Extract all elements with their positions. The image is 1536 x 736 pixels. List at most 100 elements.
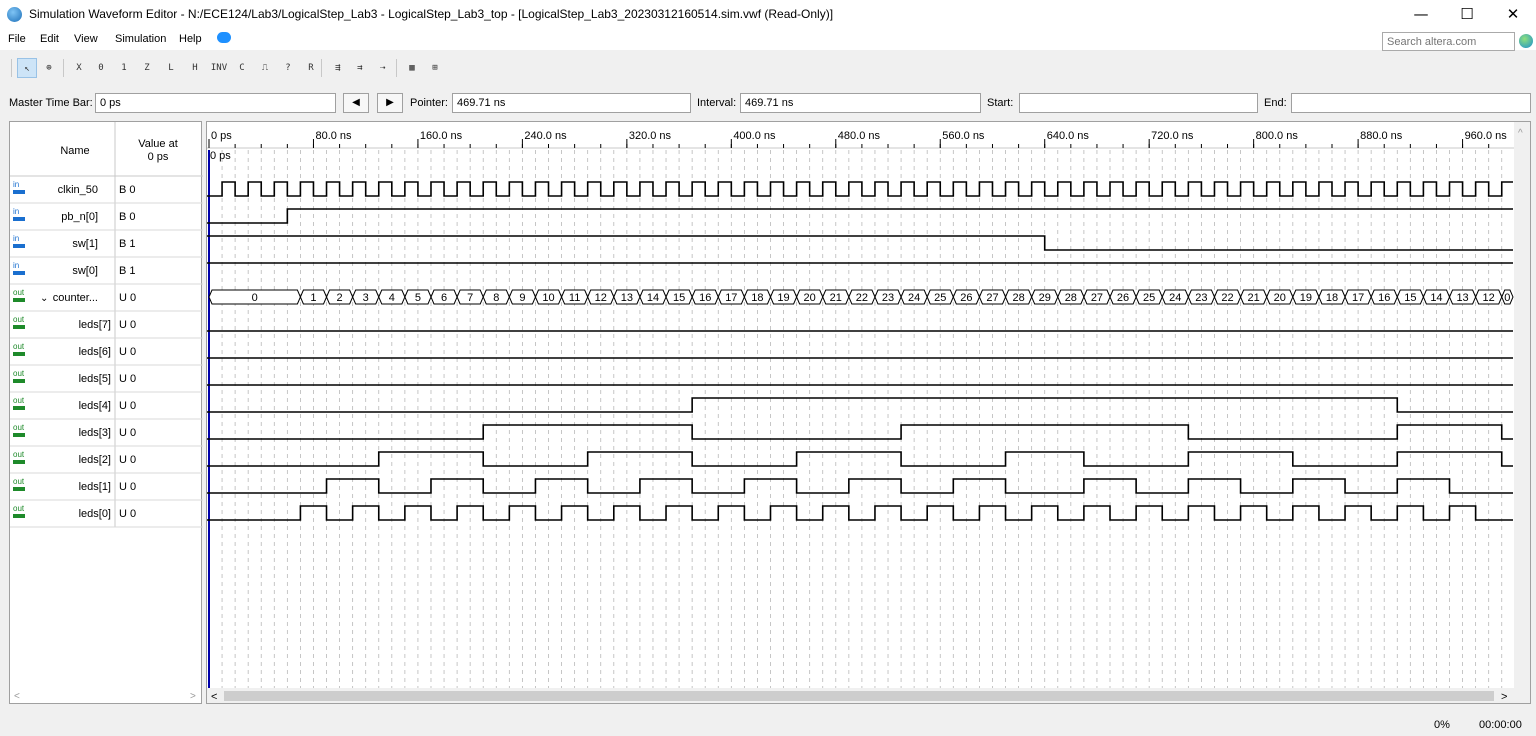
force-low-icon[interactable]: 0 <box>91 58 111 78</box>
weak-low-icon[interactable]: L <box>161 58 181 78</box>
feedback-icon[interactable] <box>217 32 231 43</box>
name-column-header[interactable]: Name <box>60 145 89 157</box>
signal-value: B 0 <box>119 184 136 196</box>
weak-high-icon[interactable]: H <box>185 58 205 78</box>
menu-simulation[interactable]: Simulation <box>115 33 166 45</box>
vertical-scrollbar[interactable] <box>1514 122 1531 704</box>
maximize-button[interactable]: ☐ <box>1444 0 1490 30</box>
chevron-down-icon[interactable]: ⌄ <box>40 293 48 304</box>
signal-row[interactable]: in sw[0] B 1 <box>10 261 203 285</box>
count-value-icon[interactable]: C <box>232 58 252 78</box>
menu-view[interactable]: View <box>74 33 98 45</box>
port-arrow-icon <box>13 433 25 437</box>
scroll-right-icon[interactable]: > <box>190 691 196 702</box>
time-tick-label: 640.0 ns <box>1047 130 1090 142</box>
bus-value-label: 14 <box>1430 292 1442 304</box>
run-timing-sim-icon[interactable]: ⊞ <box>425 58 445 78</box>
signal-name: leds[4] <box>79 400 111 412</box>
close-button[interactable]: ✕ <box>1490 0 1536 30</box>
force-high-icon[interactable]: 1 <box>114 58 134 78</box>
signal-row[interactable]: out leds[4] U 0 <box>10 396 203 420</box>
port-arrow-icon <box>13 487 25 491</box>
bus-value-label: 6 <box>441 292 447 304</box>
signal-row[interactable]: out leds[3] U 0 <box>10 423 203 447</box>
snap-to-grid-icon[interactable]: ⇶ <box>328 58 348 78</box>
bus-value-label: 18 <box>751 292 763 304</box>
in-port-icon: in <box>13 180 19 189</box>
bus-value-label: 15 <box>1404 292 1416 304</box>
master-time-bar-field[interactable]: 0 ps <box>95 93 336 113</box>
out-port-icon: out <box>13 342 25 351</box>
signal-name: clkin_50 <box>58 184 98 196</box>
signal-row[interactable]: out leds[1] U 0 <box>10 477 203 501</box>
bus-value-label: 12 <box>1483 292 1495 304</box>
bus-value-label: 13 <box>621 292 633 304</box>
next-transition-button[interactable]: ▶ <box>377 93 403 113</box>
bus-value-label: 10 <box>542 292 554 304</box>
signal-row[interactable]: in sw[1] B 1 <box>10 234 203 258</box>
sort-icon[interactable]: ⇢ <box>373 58 393 78</box>
waveform-display[interactable]: 0 ps 80.0 ns 160.0 ns 240.0 ns 320.0 ns 400.0… <box>207 122 1531 704</box>
bus-value-label: 3 <box>363 292 369 304</box>
status-bar: 0% 00:00:00 <box>0 714 1536 736</box>
out-port-icon: out <box>13 477 25 486</box>
signal-row[interactable]: in clkin_50 B 0 <box>10 180 203 204</box>
time-tick-label: 880.0 ns <box>1360 130 1403 142</box>
menu-edit[interactable]: Edit <box>40 33 59 45</box>
invert-icon[interactable]: INV <box>209 58 229 78</box>
run-functional-sim-icon[interactable]: ▦ <box>402 58 422 78</box>
bus-value-label: 16 <box>699 292 711 304</box>
select-tool-icon[interactable]: ↖ <box>17 58 37 78</box>
bus-value-label: 17 <box>1352 292 1364 304</box>
scroll-left-icon[interactable]: < <box>14 691 20 702</box>
signal-name: pb_n[0] <box>61 211 98 223</box>
menu-file[interactable]: File <box>8 33 26 45</box>
high-impedance-icon[interactable]: Z <box>137 58 157 78</box>
scroll-up-icon[interactable]: ^ <box>1518 128 1523 139</box>
menu-help[interactable]: Help <box>179 33 202 45</box>
search-input[interactable] <box>1382 32 1515 51</box>
port-arrow-icon <box>13 325 25 329</box>
signal-row[interactable]: out leds[5] U 0 <box>10 369 203 393</box>
pointer-field[interactable]: 469.71 ns <box>452 93 691 113</box>
signal-row[interactable]: out ⌄ counter... U 0 <box>10 288 203 312</box>
signal-row[interactable]: in pb_n[0] B 0 <box>10 207 203 231</box>
grid-settings-icon[interactable]: ⇉ <box>350 58 370 78</box>
signal-waveform <box>207 451 1513 467</box>
bus-value-label: 20 <box>1274 292 1286 304</box>
minimize-button[interactable]: — <box>1398 0 1444 30</box>
random-value-icon[interactable]: R <box>301 58 321 78</box>
signal-row[interactable]: out leds[7] U 0 <box>10 315 203 339</box>
signal-row[interactable]: out leds[0] U 0 <box>10 504 203 528</box>
signal-row[interactable]: out leds[2] U 0 <box>10 450 203 474</box>
arbitrary-value-icon[interactable]: ? <box>278 58 298 78</box>
signal-value: U 0 <box>119 481 136 493</box>
scroll-right-icon[interactable]: > <box>1501 691 1507 703</box>
unknown-value-icon[interactable]: X <box>69 58 89 78</box>
value-column-header[interactable]: Value at <box>138 138 178 150</box>
scroll-left-icon[interactable]: < <box>211 691 217 703</box>
signal-row[interactable]: out leds[6] U 0 <box>10 342 203 366</box>
bus-value-label: 21 <box>830 292 842 304</box>
bus-value-label: 5 <box>415 292 421 304</box>
start-field[interactable] <box>1019 93 1258 113</box>
time-tick-label: 160.0 ns <box>420 130 463 142</box>
interval-field[interactable]: 469.71 ns <box>740 93 981 113</box>
horizontal-scroll-thumb[interactable] <box>224 691 1494 701</box>
port-arrow-icon <box>13 244 25 248</box>
port-arrow-icon <box>13 298 25 302</box>
signal-value: U 0 <box>119 346 136 358</box>
signal-value: U 0 <box>119 427 136 439</box>
signal-waveform <box>207 505 1513 521</box>
bus-value-label: 14 <box>647 292 659 304</box>
prev-transition-button[interactable]: ◀ <box>343 93 369 113</box>
end-label: End: <box>1264 97 1287 109</box>
bus-value-label: 27 <box>1091 292 1103 304</box>
globe-icon[interactable] <box>1519 34 1533 48</box>
bus-value-label: 26 <box>960 292 972 304</box>
zoom-tool-icon[interactable]: ⊕ <box>39 58 59 78</box>
end-field[interactable] <box>1291 93 1531 113</box>
clock-value-icon[interactable]: ⎍ <box>255 58 275 78</box>
port-arrow-icon <box>13 514 25 518</box>
port-arrow-icon <box>13 352 25 356</box>
